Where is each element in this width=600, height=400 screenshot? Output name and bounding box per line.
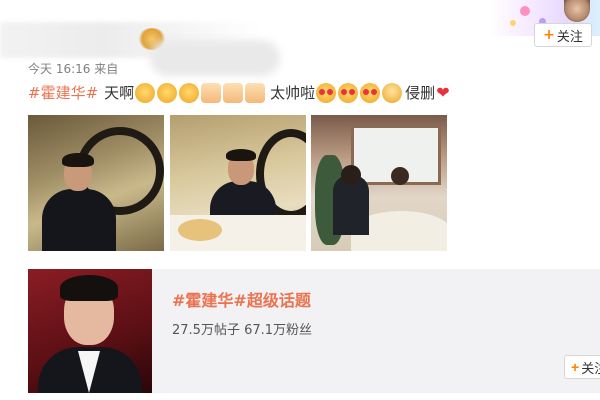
scared-face-icon xyxy=(157,82,178,103)
topic-title[interactable]: #霍建华#超级话题 xyxy=(172,287,311,311)
post-text-part: 侵删 xyxy=(405,84,436,102)
photo-person xyxy=(62,153,94,167)
thumbnail-person xyxy=(60,275,118,301)
super-topic-card[interactable]: #霍建华#超级话题 27.5万帖子 67.1万粉丝 + 关注 xyxy=(28,269,600,393)
photo-food xyxy=(178,219,222,241)
scared-face-icon xyxy=(135,82,156,103)
heart-eyes-face-icon xyxy=(360,82,381,103)
topic-thumbnail[interactable] xyxy=(28,269,152,393)
topic-stats: 27.5万帖子 67.1万粉丝 xyxy=(172,323,313,338)
thumbs-up-icon xyxy=(245,82,266,103)
follow-button[interactable]: + 关注 xyxy=(534,23,592,47)
photo-person xyxy=(226,149,256,161)
decoration-dot xyxy=(510,20,516,26)
post-text-part: 太帅啦 xyxy=(270,84,316,102)
post-photo-3[interactable] xyxy=(311,115,447,251)
thumbs-up-icon xyxy=(201,82,222,103)
post-photo-2[interactable] xyxy=(170,115,306,251)
bow-face-icon xyxy=(382,82,403,103)
follow-label: 关注 xyxy=(556,29,583,45)
heart-eyes-face-icon xyxy=(338,82,359,103)
hashtag-link[interactable]: #霍建华# xyxy=(28,82,98,103)
plus-icon: + xyxy=(543,27,555,43)
profile-avatar[interactable] xyxy=(564,0,590,22)
post-text-part: 天啊 xyxy=(104,84,135,102)
topic-follow-button[interactable]: + 关注 xyxy=(564,355,600,379)
photo-person xyxy=(341,165,361,185)
scared-face-icon xyxy=(179,82,200,103)
topic-follow-label: 关注 xyxy=(581,360,600,376)
post-meta: 今天 16:16 来自 xyxy=(28,62,119,76)
plus-icon: + xyxy=(571,359,580,375)
red-heart-icon: ❤ xyxy=(436,83,450,102)
post-photo-1[interactable] xyxy=(28,115,164,251)
heart-eyes-face-icon xyxy=(316,82,337,103)
photo-person xyxy=(42,189,116,251)
blurred-source xyxy=(150,40,280,76)
photo-person xyxy=(391,167,409,185)
post-text: #霍建华# 天啊 太帅啦 侵删 ❤ xyxy=(28,82,450,103)
thumbs-up-icon xyxy=(223,82,244,103)
decoration-dot xyxy=(520,6,530,16)
